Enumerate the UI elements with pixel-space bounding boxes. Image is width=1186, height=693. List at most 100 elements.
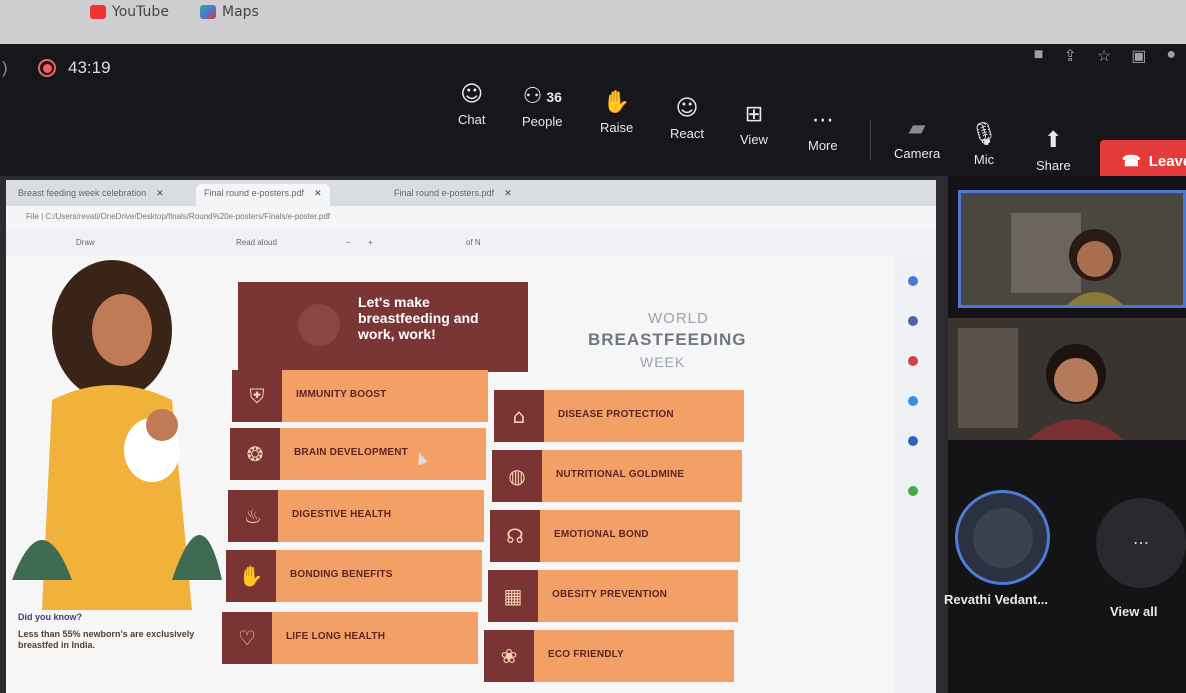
benefit-card: ❂ BRAIN DEVELOPMENT bbox=[230, 428, 486, 480]
chat-button[interactable]: ☺ Chat bbox=[458, 82, 486, 128]
hand-icon: ✋ bbox=[602, 90, 631, 115]
share-label: Share bbox=[1036, 158, 1071, 173]
read-aloud-button[interactable]: Read aloud bbox=[236, 238, 277, 247]
benefit-card: ▦ OBESITY PREVENTION bbox=[488, 570, 738, 622]
participant-video bbox=[948, 318, 1186, 440]
meeting-timer: 43:19 bbox=[68, 58, 111, 77]
tab-label: Final round e-posters.pdf bbox=[204, 188, 305, 198]
did-you-know-note: Did you know? Less than 55% newborn's ar… bbox=[18, 612, 208, 651]
bookmarks-bar: YouTube Maps bbox=[0, 0, 1186, 44]
share-icon[interactable]: ⇪ bbox=[1063, 46, 1076, 66]
benefit-label: LIFE LONG HEALTH bbox=[286, 631, 386, 642]
benefit-card: ❀ ECO FRIENDLY bbox=[484, 630, 734, 682]
more-button[interactable]: ⋯ More bbox=[808, 108, 838, 154]
benefit-label: DIGESTIVE HEALTH bbox=[292, 509, 392, 520]
heartbeat-icon: ♡ bbox=[222, 612, 272, 664]
zoom-out-button[interactable]: − bbox=[346, 238, 351, 247]
logo-line2: BREASTFEEDING bbox=[588, 330, 747, 349]
participant-name: Revathi Vedant... bbox=[944, 592, 1049, 607]
bookmark-youtube[interactable]: YouTube bbox=[90, 4, 169, 20]
tools-icon[interactable] bbox=[908, 356, 918, 366]
benefit-label: DISEASE PROTECTION bbox=[558, 409, 674, 420]
breastfeeding-fact: Less than 55% newborn's are exclusively … bbox=[18, 629, 195, 650]
benefit-card: ☊ EMOTIONAL BOND bbox=[490, 510, 740, 562]
profile-icon[interactable]: ● bbox=[1166, 46, 1176, 66]
close-icon[interactable]: ✕ bbox=[156, 188, 164, 198]
benefit-label: OBESITY PREVENTION bbox=[552, 589, 668, 600]
camera-label: Camera bbox=[894, 146, 941, 161]
react-button[interactable]: ☺ React bbox=[670, 98, 704, 142]
banner-text: Let's make breastfeeding and work, work! bbox=[358, 294, 479, 342]
outlook-icon[interactable] bbox=[908, 436, 918, 446]
youtube-icon bbox=[90, 5, 106, 19]
address-bar[interactable]: File | C:/Users/revati/OneDrive/Desktop/… bbox=[6, 206, 936, 230]
logo-line1: WORLD bbox=[648, 310, 709, 327]
participant-avatar[interactable] bbox=[955, 490, 1050, 585]
draw-tool[interactable]: Draw bbox=[76, 238, 95, 247]
view-button[interactable]: ⊞ View bbox=[740, 102, 768, 148]
page-count: of N bbox=[466, 238, 481, 247]
more-icon: ⋯ bbox=[1133, 535, 1149, 552]
benefit-card: ⌂ DISEASE PROTECTION bbox=[494, 390, 744, 442]
bookmark-maps[interactable]: Maps bbox=[200, 4, 259, 20]
benefit-card: ♨ DIGESTIVE HEALTH bbox=[228, 490, 484, 542]
raise-label: Raise bbox=[600, 120, 634, 135]
mic-label: Mic bbox=[973, 152, 995, 167]
grid-icon: ⊞ bbox=[744, 102, 764, 127]
close-icon[interactable]: ✕ bbox=[314, 188, 322, 198]
browser-toolbar-icons: ■ ⇪ ☆ ▣ ● bbox=[1034, 46, 1176, 66]
mic-button[interactable]: 🎙 Mic bbox=[970, 122, 998, 168]
scale-icon: ▦ bbox=[488, 570, 538, 622]
camera-icon[interactable]: ■ bbox=[1034, 46, 1044, 66]
share-button[interactable]: ⬆ Share bbox=[1036, 130, 1071, 174]
bing-icon[interactable] bbox=[908, 276, 918, 286]
tab-label: Final round e-posters.pdf bbox=[394, 188, 495, 198]
tab-celebration[interactable]: Breast feeding week celebration ✕ bbox=[10, 184, 172, 206]
benefit-label: EMOTIONAL BOND bbox=[554, 529, 649, 540]
star-icon[interactable]: ☆ bbox=[1097, 46, 1111, 66]
benefit-label: NUTRITIONAL GOLDMINE bbox=[556, 469, 685, 480]
zoom-in-button[interactable]: + bbox=[368, 238, 373, 247]
participant-video-tile-active[interactable] bbox=[958, 190, 1186, 308]
back-icon[interactable]: ) bbox=[2, 58, 8, 78]
meeting-toolbar bbox=[0, 44, 1186, 194]
brain-icon: ❂ bbox=[230, 428, 280, 480]
camera-button[interactable]: ▰ Camera bbox=[894, 118, 941, 162]
more-icon: ⋯ bbox=[811, 108, 834, 133]
view-all-label[interactable]: View all bbox=[1110, 604, 1157, 619]
view-label: View bbox=[740, 132, 768, 147]
close-icon[interactable]: ✕ bbox=[504, 188, 512, 198]
participant-video-tile[interactable] bbox=[948, 318, 1186, 440]
bookmark-label: Maps bbox=[222, 4, 259, 20]
benefit-label: BONDING BENEFITS bbox=[290, 569, 393, 580]
tab-eposters[interactable]: Final round e-posters.pdf ✕ bbox=[386, 184, 520, 206]
mother-baby-illustration bbox=[12, 260, 222, 610]
mic-off-icon: 🎙 bbox=[970, 122, 998, 147]
apple-icon: ◍ bbox=[492, 450, 542, 502]
tab-eposters-active[interactable]: Final round e-posters.pdf ✕ bbox=[196, 184, 330, 206]
shield-plus-icon: ⛨ bbox=[232, 370, 282, 422]
browser-tabs: Breast feeding week celebration ✕ Final r… bbox=[6, 180, 936, 206]
hand-heart-icon: ✋ bbox=[226, 550, 276, 602]
edge-sidebar bbox=[894, 256, 936, 693]
chat-label: Chat bbox=[458, 112, 486, 127]
did-you-know-heading: Did you know? bbox=[18, 612, 82, 622]
more-label: More bbox=[808, 138, 838, 153]
games-icon[interactable] bbox=[908, 486, 918, 496]
office-icon[interactable] bbox=[908, 396, 918, 406]
benefit-label: IMMUNITY BOOST bbox=[296, 389, 387, 400]
benefit-label: ECO FRIENDLY bbox=[548, 649, 624, 660]
benefit-card: ⛨ IMMUNITY BOOST bbox=[232, 370, 488, 422]
people-button[interactable]: ⚇ 36 People bbox=[522, 84, 562, 130]
bookmark-label: YouTube bbox=[112, 4, 169, 20]
view-all-button[interactable]: ⋯ bbox=[1096, 498, 1186, 588]
people-icon: ⚇ bbox=[522, 84, 543, 109]
url-text: File | C:/Users/revati/OneDrive/Desktop/… bbox=[26, 212, 330, 221]
search-icon[interactable] bbox=[908, 316, 918, 326]
mother-child-icon: ☊ bbox=[490, 510, 540, 562]
raise-hand-button[interactable]: ✋ Raise bbox=[600, 90, 634, 136]
sidebar-icon[interactable]: ▣ bbox=[1131, 46, 1146, 66]
chat-icon: ☺ bbox=[460, 82, 484, 107]
benefit-label: BRAIN DEVELOPMENT bbox=[294, 447, 408, 458]
leave-label: Leave bbox=[1148, 152, 1186, 170]
